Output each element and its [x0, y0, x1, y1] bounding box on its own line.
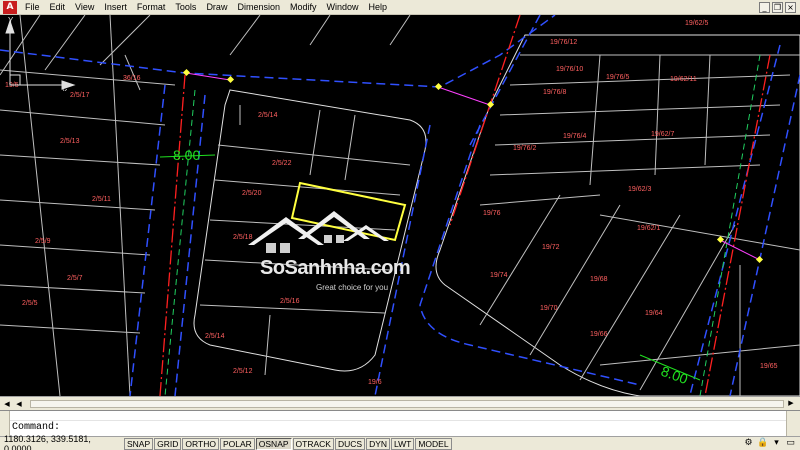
dimension-label-right: 8.00 [659, 363, 690, 387]
model-toggle[interactable]: MODEL [415, 437, 452, 450]
parcel-label: 2/5/12 [233, 368, 253, 375]
dimension-label-left: 8.00 [173, 147, 200, 163]
parcel-label: 19/74 [490, 272, 508, 279]
menu-draw[interactable]: Draw [201, 0, 232, 15]
close-button[interactable]: × [785, 1, 796, 13]
dimension-lines [159, 154, 701, 381]
parcel-label: 19/62/5 [685, 20, 708, 27]
parcel-label: 19/6 [368, 379, 382, 386]
parcel-label: 19/76 [483, 210, 501, 217]
parcel-label: 19/62/7 [651, 131, 674, 138]
command-window[interactable]: Command: [0, 410, 800, 437]
parcel-label: 19/76/8 [543, 89, 566, 96]
horizontal-scrollbar[interactable]: ◀ ◀ ▶ [0, 396, 800, 410]
menu-file[interactable]: File [20, 0, 45, 15]
minimize-button[interactable]: _ [759, 1, 770, 13]
parcel-label: 36/16 [123, 75, 141, 82]
parcel-label: 19/65 [760, 363, 778, 370]
grid-toggle[interactable]: GRID [154, 437, 182, 450]
watermark-name: SoSanhnha.com [260, 257, 411, 279]
scroll-track[interactable] [30, 400, 784, 408]
parcel-label: 19/76/5 [606, 74, 629, 81]
clean-screen-icon[interactable]: ▭ [785, 438, 796, 449]
parcel-label: 19/66 [590, 331, 608, 338]
snap-toggle[interactable]: SNAP [124, 437, 154, 450]
coordinate-readout: 1180.3126, 339.5181, 0.0000 [4, 433, 91, 450]
menu-bar: A File Edit View Insert Format Tools Dra… [0, 0, 800, 15]
parcel-label: 2/5/7 [67, 275, 83, 282]
watermark-tagline: Great choice for you [316, 283, 389, 292]
parcel-label: 19/62/3 [628, 186, 651, 193]
command-scrollbar[interactable] [786, 411, 800, 437]
polar-toggle[interactable]: POLAR [219, 437, 255, 450]
parcel-label: 2/5/17 [70, 92, 90, 99]
parcel-label: 19/62/1 [637, 225, 660, 232]
lwt-toggle[interactable]: LWT [391, 437, 415, 450]
menu-view[interactable]: View [70, 0, 99, 15]
menu-window[interactable]: Window [322, 0, 364, 15]
restore-button[interactable]: ❐ [772, 1, 783, 13]
ucs-x-label: X [62, 88, 68, 91]
parcel-label: 19/76/2 [513, 145, 536, 152]
parcel-label: 2/5/22 [272, 160, 292, 167]
tab-first-arrow-icon[interactable]: ◀ [2, 399, 12, 409]
menu-help[interactable]: Help [364, 0, 393, 15]
status-tray: ⚙ 🔒 ▾ ▭ [743, 438, 796, 449]
parcel-label: 19/76/12 [550, 39, 577, 46]
parcel-label: 2/5/5 [22, 300, 38, 307]
drawing-canvas[interactable]: 8.00 8.00 36/16 2/5/17 2/5/13 2/5/11 2/5… [0, 15, 800, 396]
parcel-label: 19/76/4 [563, 133, 586, 140]
parcel-label: 2/5/14 [258, 112, 278, 119]
menu-modify[interactable]: Modify [285, 0, 322, 15]
app-icon[interactable]: A [3, 0, 17, 14]
ducs-toggle[interactable]: DUCS [334, 437, 366, 450]
menu-tools[interactable]: Tools [170, 0, 201, 15]
status-menu-arrow-icon[interactable]: ▾ [771, 438, 782, 449]
parcel-label: 2/5/9 [35, 238, 51, 245]
ucs-y-label: Y [8, 16, 14, 25]
parcel-label: 19/72 [542, 244, 560, 251]
command-history [0, 411, 800, 421]
parcel-label: 19/64 [645, 310, 663, 317]
communication-icon[interactable]: ⚙ [743, 438, 754, 449]
document-window-controls: _ ❐ × [759, 1, 796, 13]
lock-icon[interactable]: 🔒 [757, 438, 768, 449]
parcel-label: 2/5/14 [205, 333, 225, 340]
otrack-toggle[interactable]: OTRACK [292, 437, 334, 450]
command-prompt[interactable]: Command: [12, 422, 60, 433]
menu-format[interactable]: Format [132, 0, 171, 15]
parcel-label: 19/76/10 [556, 66, 583, 73]
status-bar: 1180.3126, 339.5181, 0.0000 SNAP GRID OR… [0, 433, 800, 450]
scroll-right-arrow-icon[interactable]: ▶ [786, 399, 796, 409]
parcel-label: 19/70 [540, 305, 558, 312]
parcel-label: 19/68 [590, 276, 608, 283]
menu-insert[interactable]: Insert [99, 0, 132, 15]
house-roof-icon [248, 211, 389, 253]
ucs-icon: Y X [5, 16, 76, 91]
parcel-label: 2/5/13 [60, 138, 80, 145]
dyn-toggle[interactable]: DYN [366, 437, 391, 450]
ortho-toggle[interactable]: ORTHO [182, 437, 219, 450]
watermark-logo: SoSanhnha.com Great choice for you [248, 205, 411, 305]
parcel-label: 2/5/11 [92, 196, 111, 203]
menu-dimension[interactable]: Dimension [232, 0, 285, 15]
parcel-label: 2/5/20 [242, 190, 262, 197]
osnap-toggle[interactable]: OSNAP [255, 437, 292, 450]
parcel-label: 19/62/11 [670, 76, 697, 83]
tab-prev-arrow-icon[interactable]: ◀ [14, 399, 24, 409]
menu-edit[interactable]: Edit [45, 0, 71, 15]
